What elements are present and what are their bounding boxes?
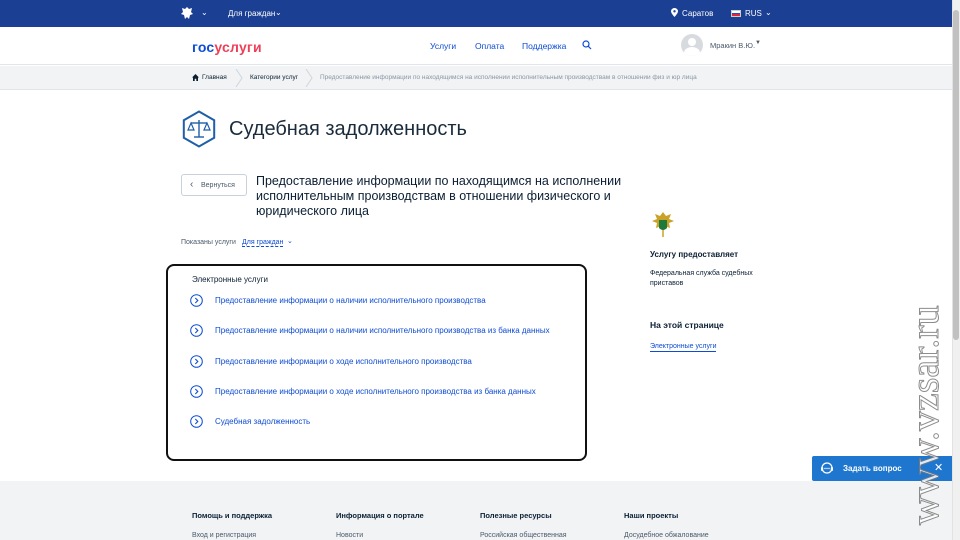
nav-payment[interactable]: Оплата — [475, 41, 504, 51]
chevron-down-icon[interactable]: ⌄ — [765, 8, 772, 17]
support-chat-icon — [821, 462, 833, 474]
on-page-link-electronic-services[interactable]: Электронные услуги — [650, 342, 717, 352]
provider-heading: Услугу предоставляет — [650, 250, 739, 259]
user-name[interactable]: Мракин В.Ю. — [710, 41, 755, 50]
fssp-emblem-icon — [652, 212, 674, 237]
header: госуслуги Услуги Оплата Поддержка Мракин… — [0, 27, 952, 65]
search-icon[interactable] — [582, 40, 592, 50]
footer-heading-resources: Полезные ресурсы — [480, 511, 552, 520]
footer-link-public[interactable]: Российская общественная — [480, 532, 567, 539]
chevron-down-icon[interactable]: ⌄ — [287, 237, 293, 245]
breadcrumb: Главная Категории услуг Предоставление и… — [0, 66, 952, 90]
arrow-circle-icon — [190, 324, 203, 337]
user-menu-caret-icon[interactable]: ▼ — [755, 40, 761, 46]
electronic-services-panel: Электронные услуги Предоставление информ… — [166, 264, 587, 461]
provider-name: Федеральная служба судебных приставов — [650, 270, 753, 287]
footer-link-login[interactable]: Вход и регистрация — [192, 532, 256, 539]
shown-label: Показаны услуги — [181, 239, 236, 246]
back-button[interactable]: ‹ Вернуться — [181, 174, 247, 196]
breadcrumb-separator — [235, 69, 243, 87]
chevron-down-icon[interactable]: ⌄ — [275, 8, 282, 17]
page-title: Судебная задолженность — [229, 118, 467, 140]
gosuslugi-logo[interactable]: госуслуги — [192, 39, 262, 55]
nav-support[interactable]: Поддержка — [522, 41, 566, 51]
avatar[interactable] — [681, 34, 703, 56]
arrow-circle-icon — [190, 355, 203, 368]
breadcrumb-home[interactable]: Главная — [202, 74, 227, 81]
on-page-heading: На этой странице — [650, 320, 724, 330]
audience-filter[interactable]: Для граждан — [242, 239, 284, 247]
scrollbar[interactable] — [952, 0, 960, 540]
breadcrumb-separator — [305, 69, 313, 87]
scrollbar-thumb[interactable] — [953, 10, 959, 340]
russia-flag-icon — [731, 10, 741, 17]
footer-heading-help: Помощь и поддержка — [192, 511, 273, 520]
footer-link-news[interactable]: Новости — [336, 532, 363, 539]
chevron-down-icon[interactable]: ⌄ — [201, 8, 208, 17]
service-title: Предоставление информации по находящимся… — [256, 174, 622, 218]
audience-selector[interactable]: Для граждан — [228, 9, 275, 18]
watermark: www.vzsar.ru — [902, 305, 948, 526]
location-label[interactable]: Саратов — [682, 9, 713, 18]
page: ⌄ Для граждан ⌄ Саратов RUS ⌄ госуслуги … — [0, 0, 952, 540]
home-icon[interactable] — [192, 74, 199, 81]
chevron-left-icon: ‹ — [190, 179, 194, 190]
emblem-icon[interactable] — [180, 6, 194, 20]
footer: Помощь и поддержка Вход и регистрация Ин… — [0, 481, 952, 540]
watermark-text: www.vzsar.ru — [902, 305, 947, 525]
arrow-circle-icon — [190, 385, 203, 398]
arrow-circle-icon — [190, 294, 203, 307]
footer-heading-info: Информация о портале — [336, 511, 424, 520]
electronic-services-heading: Электронные услуги — [192, 275, 268, 284]
top-bar: ⌄ Для граждан ⌄ Саратов RUS ⌄ — [0, 0, 952, 27]
footer-link-appeal[interactable]: Досудебное обжалование — [624, 532, 709, 539]
breadcrumb-current: Предоставление информации по находящимся… — [320, 74, 697, 81]
breadcrumb-categories[interactable]: Категории услуг — [250, 74, 298, 81]
nav-services[interactable]: Услуги — [430, 41, 456, 51]
scales-icon — [182, 110, 216, 148]
arrow-circle-icon — [190, 415, 203, 428]
language-selector[interactable]: RUS — [745, 9, 762, 18]
location-pin-icon — [671, 8, 678, 17]
footer-heading-projects: Наши проекты — [624, 511, 679, 520]
